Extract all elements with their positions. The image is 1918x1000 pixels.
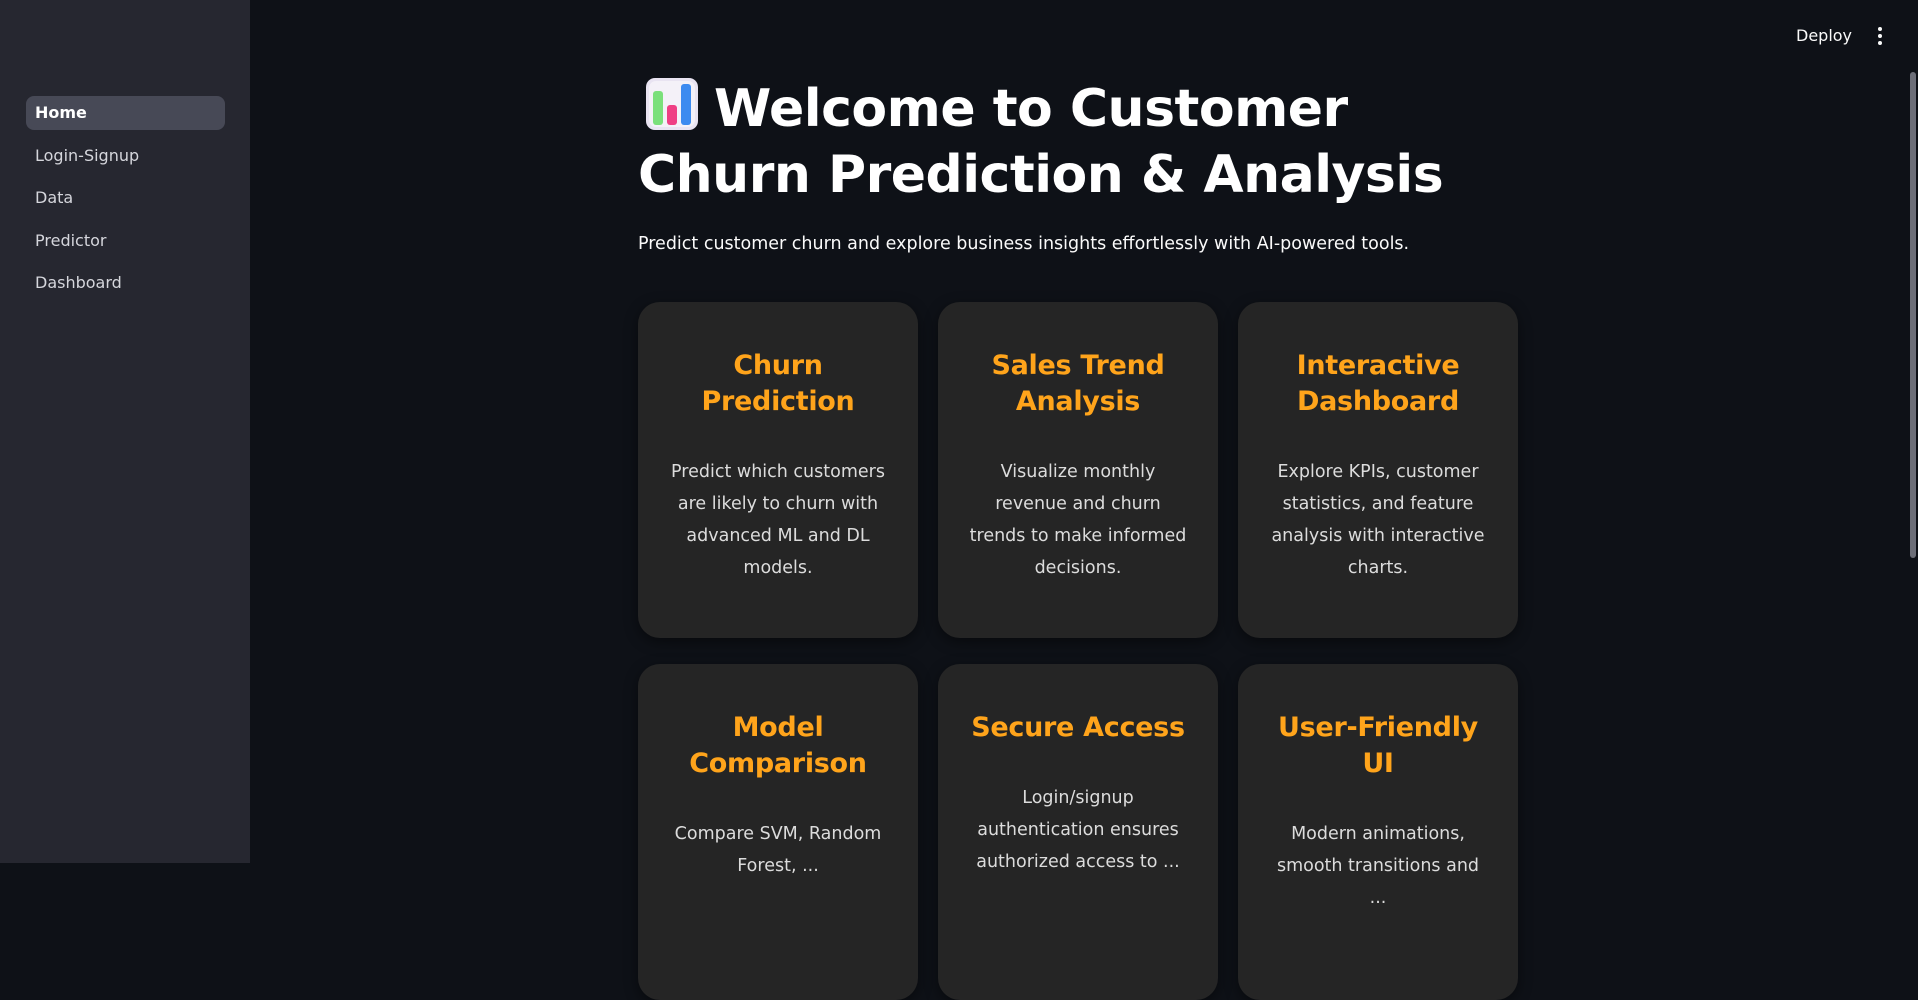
page-subtitle: Predict customer churn and explore busin…	[638, 234, 1410, 254]
feature-card-model-comparison: Model Comparison Compare SVM, Random For…	[638, 664, 918, 1000]
card-title: Secure Access	[971, 712, 1185, 743]
page-title-text: Welcome to Customer Churn Prediction & A…	[638, 79, 1444, 205]
deploy-button[interactable]: Deploy	[1782, 22, 1866, 50]
card-description: Visualize monthly revenue and churn tren…	[969, 462, 1187, 578]
card-title: Churn Prediction	[701, 350, 855, 417]
card-title: Sales Trend Analysis	[991, 350, 1165, 417]
sidebar-item-home[interactable]: Home	[26, 96, 225, 130]
card-description: Predict which customers are likely to ch…	[671, 462, 885, 578]
bar-chart-icon	[644, 76, 700, 132]
card-description: Explore KPIs, customer statistics, and f…	[1271, 462, 1485, 578]
sidebar-item-login-signup[interactable]: Login-Signup	[26, 139, 225, 173]
feature-card-interactive-dashboard: Interactive Dashboard Explore KPIs, cust…	[1238, 302, 1518, 638]
main-content: Welcome to Customer Churn Prediction & A…	[638, 76, 1518, 1000]
card-description: Modern animations, smooth transitions an…	[1276, 824, 1480, 908]
feature-card-sales-trend: Sales Trend Analysis Visualize monthly r…	[938, 302, 1218, 638]
card-title: User-Friendly UI	[1278, 712, 1478, 779]
card-title: Model Comparison	[689, 712, 867, 779]
sidebar-item-data[interactable]: Data	[26, 181, 225, 215]
feature-cards: Churn Prediction Predict which customers…	[638, 302, 1518, 1000]
page-title: Welcome to Customer Churn Prediction & A…	[638, 76, 1518, 208]
feature-card-churn-prediction: Churn Prediction Predict which customers…	[638, 302, 918, 638]
sidebar-item-dashboard[interactable]: Dashboard	[26, 266, 225, 300]
kebab-menu-icon[interactable]	[1869, 22, 1891, 50]
feature-card-user-friendly-ui: User-Friendly UI Modern animations, smoo…	[1238, 664, 1518, 1000]
feature-card-secure-access: Secure Access Login/signup authenticatio…	[938, 664, 1218, 1000]
card-description: Compare SVM, Random Forest, ...	[674, 824, 882, 876]
sidebar: Home Login-Signup Data Predictor Dashboa…	[0, 0, 250, 863]
card-title: Interactive Dashboard	[1296, 350, 1460, 417]
sidebar-nav: Home Login-Signup Data Predictor Dashboa…	[26, 96, 225, 309]
sidebar-item-predictor[interactable]: Predictor	[26, 224, 225, 258]
card-description: Login/signup authentication ensures auth…	[976, 788, 1180, 872]
scrollbar[interactable]	[1910, 72, 1916, 558]
